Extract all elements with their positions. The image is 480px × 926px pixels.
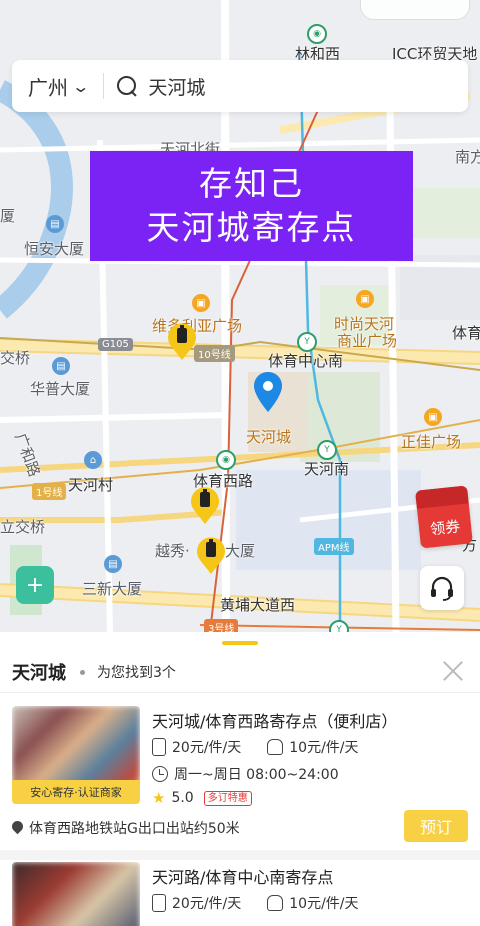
search-input[interactable] <box>148 75 429 97</box>
map-label-line10: 10号线 <box>194 345 235 362</box>
map-label-tianhecheng: 天河城 <box>246 428 292 446</box>
map-label-xia: 厦 <box>0 207 16 225</box>
banner-line1: 存知己 <box>199 164 304 203</box>
bag-icon <box>267 739 284 755</box>
poi-shopping-icon: ▣ <box>424 408 442 426</box>
poi-village-icon: ⌂ <box>84 451 102 469</box>
rating-value: 5.0 <box>171 790 194 806</box>
search-bar: 广州 ⌄ <box>12 60 468 112</box>
city-label: 广州 <box>28 75 68 100</box>
location-pin-icon[interactable] <box>253 372 283 412</box>
luggage-marker-icon[interactable] <box>196 534 226 574</box>
metro-station-icon: Y <box>297 332 317 352</box>
address-row: 体育西路地铁站G出口出站约50米 <box>12 818 240 838</box>
map-label-shangyejie: 商业广场 <box>337 332 398 350</box>
map-label-hengan: 恒安大厦 <box>24 240 85 258</box>
store-address: 体育西路地铁站G出口出站约50米 <box>29 821 240 837</box>
poi-building-icon: ▤ <box>46 215 64 233</box>
map-label-huangpu: 黄埔大道西 <box>220 596 296 614</box>
metro-station-icon: ◉ <box>307 24 327 44</box>
price-row: 20元/件/天 10元/件/天 <box>152 893 359 913</box>
map-view[interactable]: 林和西 ICC环贸天地 天河北街 南方 厦 恒安大厦 维多利亚广场 时尚天河 商… <box>0 0 480 632</box>
city-selector[interactable]: 广州 ⌄ <box>12 72 91 101</box>
bag-icon <box>267 895 284 911</box>
poi-shopping-icon: ▣ <box>192 294 210 312</box>
luggage-marker-icon[interactable] <box>167 320 197 360</box>
shield-plus-icon[interactable]: + <box>16 566 54 604</box>
sheet-handle[interactable] <box>222 641 258 645</box>
search-icon[interactable] <box>116 75 138 97</box>
map-label-tiyu-right: 体育 <box>452 324 480 342</box>
store-name: 天河城/体育西路寄存点（便利店） <box>152 712 398 731</box>
verified-badge: 安心寄存·认证商家 <box>12 780 140 804</box>
poi-shopping-icon: ▣ <box>356 290 374 308</box>
search-divider <box>103 73 105 99</box>
location-icon <box>12 821 23 835</box>
opening-hours: 周一~周日 08:00~24:00 <box>174 767 339 783</box>
map-label-tianhecun: 天河村 <box>68 476 114 494</box>
poi-building-icon: ▤ <box>52 357 70 375</box>
map-label-apm: APM线 <box>314 538 354 555</box>
headset-icon[interactable] <box>420 566 464 610</box>
result-card[interactable]: 安心寄存·认证商家 天河城/体育西路寄存点（便利店） 20元/件/天 10元/件… <box>12 706 468 846</box>
coupon-icon[interactable]: 领券 <box>415 485 473 549</box>
store-name: 天河路/体育中心南寄存点 <box>152 868 334 887</box>
map-label-tianhenan: 天河南 <box>304 460 350 478</box>
divider <box>0 692 480 693</box>
map-label-tiyuzhongxinnan: 体育中心南 <box>268 352 344 370</box>
banner-line2: 天河城寄存点 <box>146 208 357 247</box>
map-label-zhengjia: 正佳广场 <box>401 433 462 451</box>
price-row: 20元/件/天 10元/件/天 <box>152 737 359 757</box>
miniprogram-capsule[interactable] <box>360 0 470 20</box>
card-separator <box>0 850 480 860</box>
poi-building-icon: ▤ <box>104 555 122 573</box>
map-label-nanfang: 南方 <box>455 148 480 166</box>
price-small: 20元/件/天 <box>172 896 242 912</box>
map-label-dasha: 大厦 <box>225 542 256 560</box>
chevron-down-icon: ⌄ <box>71 76 91 96</box>
book-button[interactable]: 预订 <box>404 810 468 842</box>
map-label-huapu: 华普大厦 <box>30 380 91 398</box>
clock-icon <box>152 766 168 782</box>
close-icon[interactable] <box>442 660 464 682</box>
metro-station-icon: Y <box>317 440 337 460</box>
result-card[interactable]: 天河路/体育中心南寄存点 20元/件/天 10元/件/天 <box>12 862 468 926</box>
store-thumbnail: 安心寄存·认证商家 <box>12 706 140 804</box>
rating-row: ★ 5.0 多订特惠 <box>152 789 252 807</box>
luggage-icon <box>152 738 166 756</box>
price-large: 10元/件/天 <box>289 896 359 912</box>
map-label-sanxin: 三新大厦 <box>82 580 143 598</box>
map-label-weiduoliya: 维多利亚广场 <box>152 317 243 335</box>
results-count: 为您找到3个 <box>97 665 176 681</box>
discount-tag: 多订特惠 <box>203 790 252 806</box>
luggage-icon <box>152 894 166 912</box>
coupon-label: 领券 <box>429 517 462 539</box>
map-label-yuexiu: 越秀· <box>155 542 190 560</box>
map-label-lijiaoqiao: 立交桥 <box>0 518 46 536</box>
price-small: 20元/件/天 <box>172 740 242 756</box>
dot-separator <box>80 669 85 675</box>
sheet-header: 天河城 为您找到3个 <box>12 654 468 690</box>
luggage-marker-icon[interactable] <box>190 484 220 524</box>
price-large: 10元/件/天 <box>289 740 359 756</box>
store-thumbnail <box>12 862 140 926</box>
map-label-line3: 3号线 <box>204 619 239 632</box>
map-label-g105: G105 <box>98 338 133 351</box>
results-sheet: 天河城 为您找到3个 安心寄存·认证商家 天河城/体育西路寄存点（便利店） 20… <box>0 632 480 926</box>
map-label-line1: 1号线 <box>32 483 67 500</box>
results-title: 天河城 <box>12 663 66 684</box>
hours-row: 周一~周日 08:00~24:00 <box>152 764 339 784</box>
star-icon: ★ <box>152 789 166 807</box>
map-label-jiaoqiao: 交桥 <box>0 349 31 367</box>
metro-station-icon: ◉ <box>216 450 236 470</box>
promo-banner: 存知己 天河城寄存点 <box>90 151 413 261</box>
